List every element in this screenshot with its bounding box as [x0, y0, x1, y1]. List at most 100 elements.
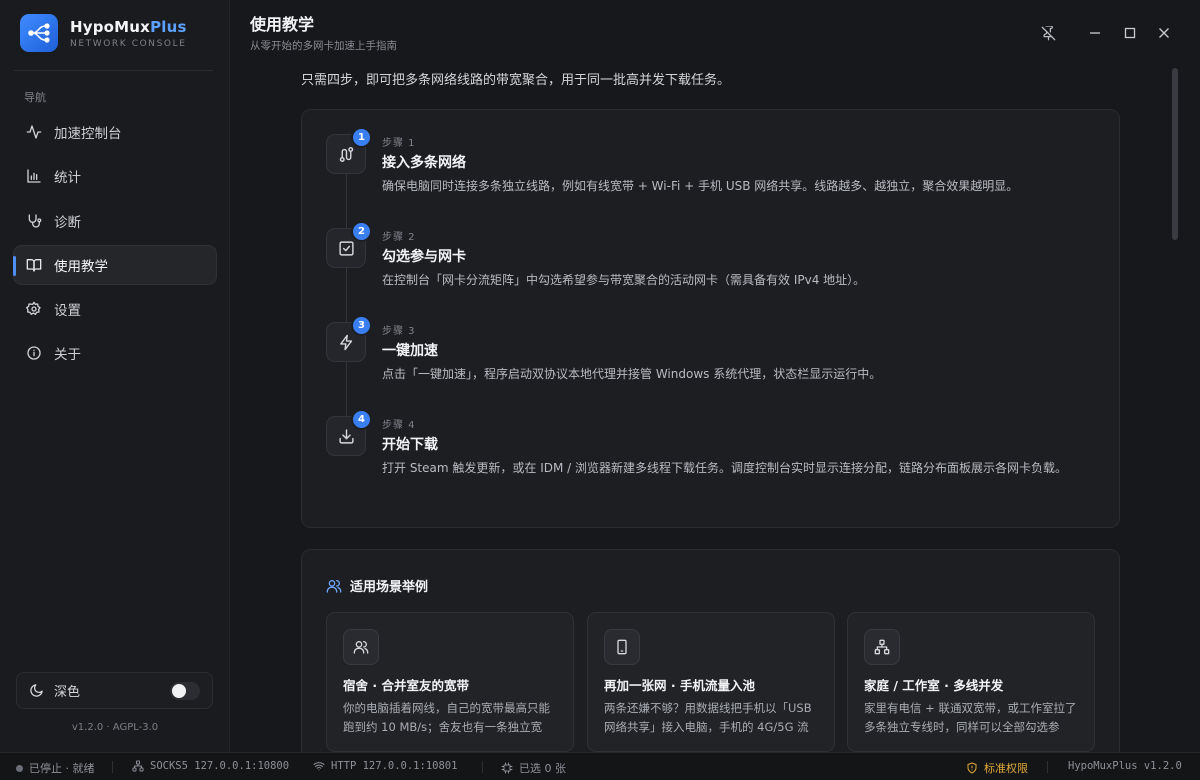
step-description: 确保电脑同时连接多条独立线路，例如有线宽带 + Wi-Fi + 手机 USB 网…	[382, 179, 1019, 193]
activity-icon	[26, 125, 42, 139]
timeline-line	[346, 268, 347, 324]
users-icon	[326, 579, 342, 593]
sidebar-item-console[interactable]: 加速控制台	[13, 112, 217, 152]
status-bar: 已停止 · 就绪 SOCKS5 127.0.0.1:10800 HTTP 127…	[0, 752, 1200, 780]
theme-switch-row: 深色	[16, 672, 213, 709]
header: 使用教学 从零开始的多网卡加速上手指南	[231, 0, 1200, 60]
step-description: 点击「一键加速」，程序启动双协议本地代理并接管 Windows 系统代理，状态栏…	[382, 367, 882, 381]
step-description: 在控制台「网卡分流矩阵」中勾选希望参与带宽聚合的活动网卡（需具备有效 IPv4 …	[382, 273, 866, 287]
status-state-text: 已停止 · 就绪	[29, 762, 95, 775]
minimize-icon	[1090, 32, 1100, 34]
status-separator	[112, 761, 113, 773]
content-scroll-area[interactable]: 只需四步，即可把多条网络线路的带宽聚合，用于同一批高并发下载任务。 1 步骤 1…	[231, 60, 1171, 752]
app-subtitle: NETWORK CONSOLE	[70, 38, 187, 49]
scenario-description: 两条还嫌不够？用数据线把手机以「USB 网络共享」接入电脑，手机的 4G/5G …	[604, 701, 812, 734]
page-title: 使用教学	[250, 15, 315, 34]
step-kicker: 步骤 4	[382, 420, 416, 431]
network-icon	[132, 760, 144, 772]
sidebar-item-diagnose[interactable]: 诊断	[13, 201, 217, 241]
intro-text: 只需四步，即可把多条网络线路的带宽聚合，用于同一批高并发下载任务。	[301, 73, 731, 88]
scenario-card-phone: 再加一张网 · 手机流量入池 两条还嫌不够？用数据线把手机以「USB 网络共享」…	[587, 612, 835, 752]
step-kicker: 步骤 1	[382, 138, 416, 149]
step-kicker: 步骤 3	[382, 326, 416, 337]
step-description: 打开 Steam 触发更新，或在 IDM / 浏览器新建多线程下载任务。调度控制…	[382, 461, 1068, 475]
shield-icon	[967, 762, 977, 774]
stethoscope-icon	[28, 213, 42, 228]
moon-icon	[30, 684, 43, 697]
sidebar-item-settings[interactable]: 设置	[13, 289, 217, 329]
scenario-card-home: 家庭 / 工作室 · 多线并发 家里有电信 + 联通双宽带，或工作室拉了多条独立…	[847, 612, 1095, 752]
users-icon	[343, 629, 379, 665]
sidebar-item-label: 加速控制台	[54, 126, 122, 142]
content-scrollbar[interactable]	[1172, 68, 1178, 240]
steps-card: 1 步骤 1 接入多条网络 确保电脑同时连接多条独立线路，例如有线宽带 + Wi…	[301, 109, 1120, 528]
chip-icon	[501, 762, 513, 774]
step-title: 勾选参与网卡	[382, 249, 466, 265]
step-badge: 1	[351, 127, 372, 148]
socks-address: SOCKS5 127.0.0.1:10800	[150, 760, 290, 772]
step-title: 一键加速	[382, 343, 438, 359]
sidebar-item-tutorial[interactable]: 使用教学	[13, 244, 217, 285]
scenario-title: 再加一张网 · 手机流量入池	[604, 678, 755, 693]
status-dot	[16, 764, 23, 772]
maximize-icon	[1124, 27, 1136, 39]
maximize-button[interactable]	[1119, 22, 1141, 44]
status-state: 已停止 · 就绪	[16, 760, 95, 776]
nav-heading: 导航	[24, 91, 46, 104]
status-version: HypoMuxPlus v1.2.0	[1068, 760, 1182, 772]
toggle-knob	[172, 684, 186, 698]
timeline-line	[346, 174, 347, 230]
sidebar-item-about[interactable]: 关于	[13, 333, 217, 373]
status-version-text: HypoMuxPlus v1.2.0	[1068, 760, 1182, 772]
minimize-button[interactable]	[1084, 22, 1106, 44]
timeline-line	[346, 362, 347, 418]
app-name: HypoMuxPlus	[70, 17, 187, 36]
scenario-title: 家庭 / 工作室 · 多线并发	[864, 678, 1004, 693]
selected-count: 已选 0 张	[519, 762, 566, 775]
http-address: HTTP 127.0.0.1:10801	[331, 760, 458, 772]
status-separator	[482, 761, 483, 773]
status-selected: 已选 0 张	[501, 760, 566, 776]
permission-text: 标准权限	[984, 762, 1028, 775]
step-title: 开始下载	[382, 437, 438, 453]
sidebar-item-label: 统计	[54, 170, 81, 187]
theme-toggle[interactable]	[170, 682, 200, 700]
theme-label: 深色	[54, 685, 81, 700]
sidebar-item-label: 诊断	[54, 214, 81, 231]
close-icon	[1159, 28, 1169, 38]
step-badge: 4	[351, 409, 372, 430]
sidebar: HypoMuxPlus NETWORK CONSOLE 导航 加速控制台 统计 …	[0, 0, 230, 752]
sidebar-item-label: 设置	[54, 303, 81, 320]
scenarios-header: 适用场景举例	[326, 576, 428, 595]
scenarios-title: 适用场景举例	[350, 580, 429, 595]
bar-chart-icon	[27, 169, 41, 183]
pin-off-icon	[1041, 25, 1055, 40]
info-icon	[27, 346, 41, 361]
smartphone-icon	[604, 629, 640, 665]
step-kicker: 步骤 2	[382, 232, 416, 243]
nav-list: 加速控制台 统计 诊断 使用教学 设置 关于	[13, 112, 217, 378]
step-badge: 2	[351, 221, 372, 242]
sidebar-item-label: 关于	[54, 347, 81, 364]
book-open-icon	[26, 258, 42, 272]
sidebar-item-label: 使用教学	[54, 258, 108, 275]
app-logo-icon	[20, 14, 58, 52]
page-subtitle: 从零开始的多网卡加速上手指南	[250, 40, 397, 52]
gear-icon	[26, 301, 41, 316]
sidebar-item-stats[interactable]: 统计	[13, 156, 217, 196]
close-button[interactable]	[1153, 22, 1175, 44]
scenario-title: 宿舍 · 合并室友的宽带	[343, 678, 469, 693]
scenario-card-dorm: 宿舍 · 合并室友的宽带 你的电脑插着网线，自己的宽带最高只能跑到约 10 MB…	[326, 612, 574, 752]
status-http: HTTP 127.0.0.1:10801	[313, 760, 457, 772]
wifi-icon	[313, 762, 325, 771]
status-permission: 标准权限	[966, 760, 1028, 776]
brand: HypoMuxPlus NETWORK CONSOLE	[20, 14, 187, 52]
brand-divider	[14, 70, 213, 71]
scenarios-card: 适用场景举例 宿舍 · 合并室友的宽带 你的电脑插着网线，自己的宽带最高只能跑到…	[301, 549, 1120, 752]
version-footer: v1.2.0 · AGPL-3.0	[71, 722, 159, 733]
step-badge: 3	[351, 315, 372, 336]
unpin-button[interactable]	[1037, 22, 1059, 44]
network-icon	[864, 629, 900, 665]
scenario-description: 你的电脑插着网线，自己的宽带最高只能跑到约 10 MB/s；舍友也有一条独立宽	[343, 701, 550, 734]
step-title: 接入多条网络	[382, 155, 466, 171]
